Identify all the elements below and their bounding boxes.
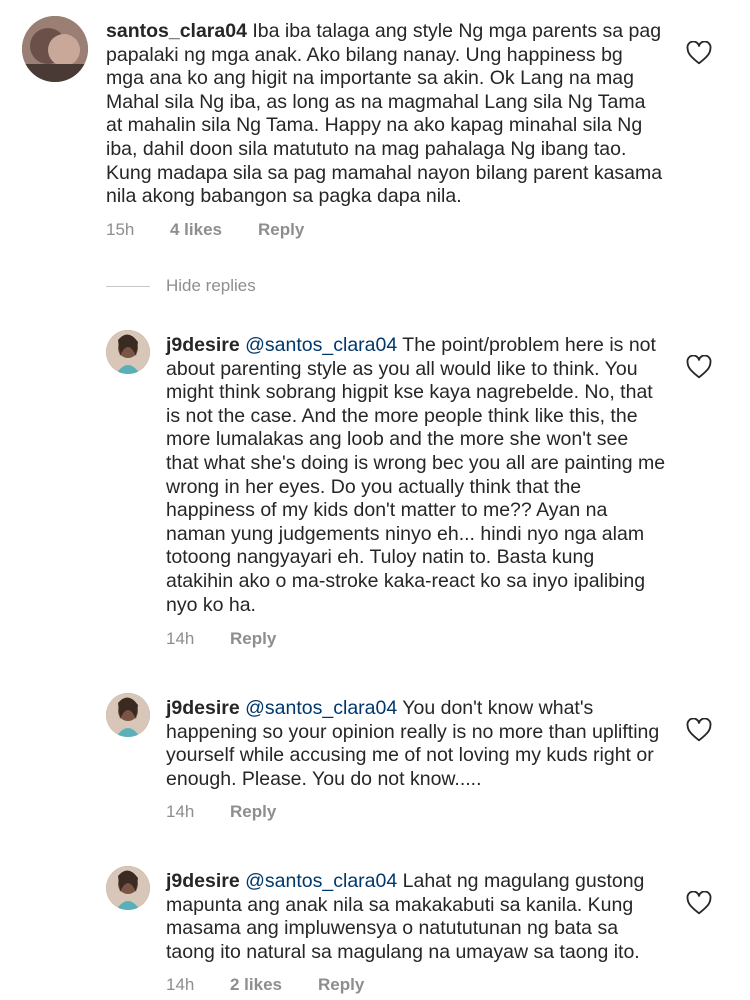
comment-body: The point/problem here is not about pare… xyxy=(166,334,666,616)
comment-text: santos_clara04 Iba iba talaga ang style … xyxy=(106,20,666,209)
comment-username[interactable]: j9desire xyxy=(166,697,240,719)
comment-meta: 14h Reply xyxy=(166,629,276,649)
heart-outline-icon[interactable] xyxy=(686,891,712,915)
comment-text: j9desire @santos_clara04 The point/probl… xyxy=(166,334,666,617)
comment-username[interactable]: j9desire xyxy=(166,870,240,892)
avatar[interactable] xyxy=(106,330,150,374)
mention-link[interactable]: @santos_clara04 xyxy=(245,697,397,719)
comment-username[interactable]: j9desire xyxy=(166,334,240,356)
mention-link[interactable]: @santos_clara04 xyxy=(245,334,397,356)
comment-likes[interactable]: 2 likes xyxy=(230,975,318,995)
comment-text: j9desire @santos_clara04 Lahat ng magula… xyxy=(166,870,666,964)
comment-time: 15h xyxy=(106,220,135,239)
comment-time: 14h xyxy=(166,802,195,821)
reply-button[interactable]: Reply xyxy=(318,975,364,995)
comment-text: j9desire @santos_clara04 You don't know … xyxy=(166,697,666,791)
comment-time: 14h xyxy=(166,975,195,994)
reply-button[interactable]: Reply xyxy=(230,802,276,822)
heart-outline-icon[interactable] xyxy=(686,41,712,65)
comment-meta: 15h 4 likes Reply xyxy=(106,220,304,240)
heart-outline-icon[interactable] xyxy=(686,718,712,742)
reply-button[interactable]: Reply xyxy=(230,629,276,649)
comment-likes[interactable]: 4 likes xyxy=(170,220,258,240)
comment-meta: 14h Reply xyxy=(166,802,276,822)
hide-replies-button[interactable]: Hide replies xyxy=(106,276,256,296)
divider xyxy=(106,285,150,287)
heart-outline-icon[interactable] xyxy=(686,355,712,379)
comment-time: 14h xyxy=(166,629,195,648)
hide-replies-label: Hide replies xyxy=(166,276,256,295)
comment-body: You don't know what's happening so your … xyxy=(166,697,660,790)
comment-body: Iba iba talaga ang style Ng mga parents … xyxy=(106,20,663,208)
comment-meta: 14h 2 likes Reply xyxy=(166,975,364,995)
avatar[interactable] xyxy=(106,693,150,737)
mention-link[interactable]: @santos_clara04 xyxy=(245,870,397,892)
comment-username[interactable]: santos_clara04 xyxy=(106,20,247,42)
reply-button[interactable]: Reply xyxy=(258,220,304,240)
avatar[interactable] xyxy=(22,16,88,82)
avatar[interactable] xyxy=(106,866,150,910)
